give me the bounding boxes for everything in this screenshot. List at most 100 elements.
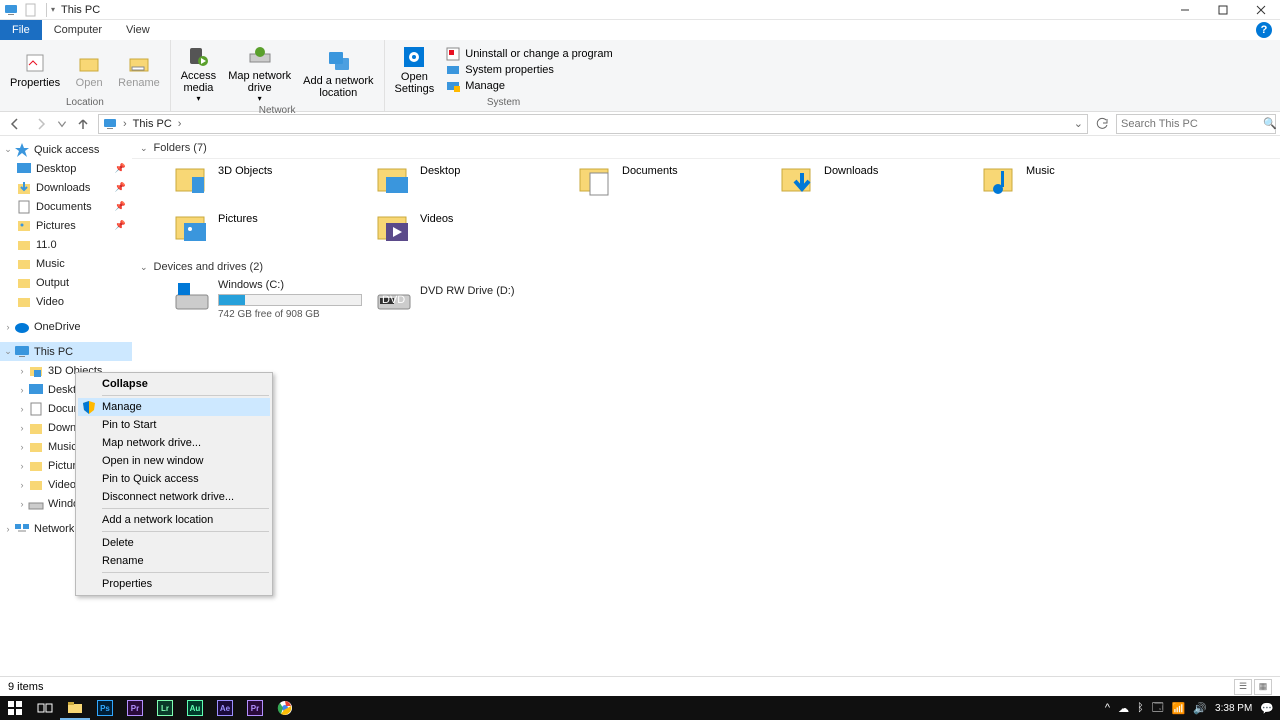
tray-overflow-icon[interactable]: ^ [1105,702,1110,714]
folder-item[interactable]: Downloads [778,161,980,209]
title-bar: ▾ This PC [0,0,1280,20]
map-network-drive-button[interactable]: Map network drive▾ [222,42,297,105]
nav-recent-dropdown[interactable] [56,113,68,135]
cm-add-network-location[interactable]: Add a network location [78,511,270,529]
system-properties-link[interactable]: System properties [446,63,612,77]
chevron-down-icon[interactable]: ⌄ [2,144,14,155]
sidebar-item[interactable]: Output [0,273,132,292]
taskbar-app[interactable]: Ps [90,696,120,720]
sidebar-item[interactable]: Documents📌 [0,197,132,216]
manage-link[interactable]: Manage [446,79,612,93]
taskbar-app[interactable]: Ae [210,696,240,720]
cm-collapse[interactable]: Collapse [78,375,270,393]
chevron-right-icon[interactable]: › [16,461,28,471]
sidebar-item[interactable]: Pictures📌 [0,216,132,235]
cm-properties[interactable]: Properties [78,575,270,593]
taskbar-app-explorer[interactable] [60,696,90,720]
chevron-right-icon[interactable]: › [16,366,28,376]
chevron-right-icon[interactable]: › [178,118,182,130]
minimize-button[interactable] [1166,0,1204,20]
drive-icon [174,279,210,315]
notification-icon[interactable]: 💬 [1260,702,1274,715]
chevron-down-icon[interactable]: ⌄ [2,346,14,357]
chevron-right-icon[interactable]: › [16,480,28,490]
open-button[interactable]: Open [66,42,112,97]
nav-up-button[interactable] [72,113,94,135]
sidebar-item[interactable]: 11.0 [0,235,132,254]
rename-button[interactable]: Rename [112,42,166,97]
maximize-button[interactable] [1204,0,1242,20]
cm-pin-to-start[interactable]: Pin to Start [78,416,270,434]
menu-file[interactable]: File [0,20,42,40]
access-media-button[interactable]: Access media▾ [175,42,222,105]
menu-view[interactable]: View [114,20,162,40]
taskbar-app[interactable]: Lr [150,696,180,720]
qat-dropdown-icon[interactable]: ▾ [51,5,55,14]
breadcrumb[interactable]: This PC [133,118,172,130]
drives-section-header[interactable]: ⌄ Devices and drives (2) [132,257,1280,277]
folder-item[interactable]: 3D Objects [172,161,374,209]
open-settings-button[interactable]: Open Settings [389,42,441,97]
bluetooth-icon[interactable]: ᛒ [1137,702,1144,714]
sidebar-item[interactable]: Video [0,292,132,311]
sidebar-item[interactable]: Music [0,254,132,273]
cm-disconnect-network-drive[interactable]: Disconnect network drive... [78,488,270,506]
taskbar-app[interactable]: Au [180,696,210,720]
address-dropdown-icon[interactable]: ⌄ [1074,117,1083,130]
sidebar-quick-access[interactable]: ⌄ Quick access [0,140,132,159]
ribbon-link-label: Uninstall or change a program [465,48,612,60]
close-button[interactable] [1242,0,1280,20]
nav-forward-button[interactable] [30,113,52,135]
chevron-right-icon[interactable]: › [2,524,14,534]
cm-pin-to-quick-access[interactable]: Pin to Quick access [78,470,270,488]
drive-item[interactable]: DVD DVD RW Drive (D:) [374,277,576,322]
battery-icon[interactable]: 🗔 [1152,699,1164,718]
folder-item[interactable]: Desktop [374,161,576,209]
cm-rename[interactable]: Rename [78,552,270,570]
cm-open-new-window[interactable]: Open in new window [78,452,270,470]
folder-item[interactable]: Documents [576,161,778,209]
sidebar-item[interactable]: Downloads📌 [0,178,132,197]
chevron-right-icon[interactable]: › [2,322,14,332]
cm-manage[interactable]: Manage [78,398,270,416]
refresh-button[interactable] [1092,117,1112,131]
onedrive-tray-icon[interactable]: ☁ [1118,702,1129,715]
menu-computer[interactable]: Computer [42,20,114,40]
sidebar-item[interactable]: Desktop📌 [0,159,132,178]
taskbar-app[interactable]: Pr [120,696,150,720]
properties-button[interactable]: Properties [4,42,66,97]
uninstall-program-link[interactable]: Uninstall or change a program [446,47,612,61]
search-input[interactable] [1121,118,1263,130]
folder-item[interactable]: Videos [374,209,576,257]
search-icon[interactable]: 🔍 [1263,117,1277,130]
search-box[interactable]: 🔍 [1116,114,1276,134]
clock[interactable]: 3:38 PM [1215,703,1252,714]
drive-item[interactable]: Windows (C:) 742 GB free of 908 GB [172,277,374,322]
sidebar-this-pc[interactable]: ⌄ This PC [0,342,132,361]
cm-delete[interactable]: Delete [78,534,270,552]
chevron-right-icon[interactable]: › [123,118,127,130]
wifi-icon[interactable]: 📶 [1172,702,1186,715]
details-view-button[interactable]: ☰ [1234,679,1252,695]
chevron-right-icon[interactable]: › [16,442,28,452]
start-button[interactable] [0,696,30,720]
taskbar-app[interactable]: Pr [240,696,270,720]
folder-item[interactable]: Pictures [172,209,374,257]
address-bar[interactable]: › This PC › ⌄ [98,114,1088,134]
chevron-right-icon[interactable]: › [16,423,28,433]
chevron-right-icon[interactable]: › [16,404,28,414]
folder-item[interactable]: Music [980,161,1182,209]
help-icon[interactable]: ? [1256,22,1272,38]
large-icons-view-button[interactable]: ▦ [1254,679,1272,695]
content-pane: ⌄ Folders (7) 3D Objects Desktop Documen… [132,136,1280,684]
volume-icon[interactable]: 🔊 [1193,702,1207,715]
cm-map-network-drive[interactable]: Map network drive... [78,434,270,452]
task-view-button[interactable] [30,696,60,720]
folders-section-header[interactable]: ⌄ Folders (7) [132,138,1280,159]
nav-back-button[interactable] [4,113,26,135]
sidebar-onedrive[interactable]: › OneDrive [0,317,132,336]
taskbar-app-chrome[interactable] [270,696,300,720]
chevron-right-icon[interactable]: › [16,499,28,509]
chevron-right-icon[interactable]: › [16,385,28,395]
add-network-location-button[interactable]: Add a network location [297,42,379,105]
